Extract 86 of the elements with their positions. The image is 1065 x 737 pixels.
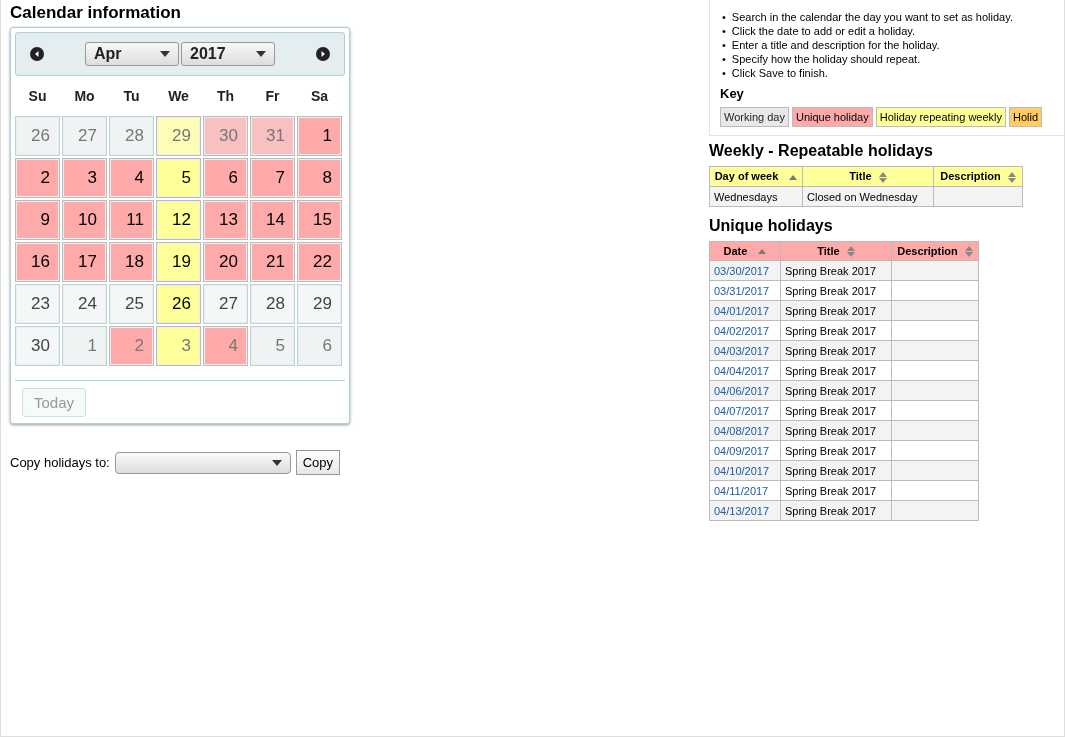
- calendar-day[interactable]: 5: [250, 326, 295, 366]
- calendar-day[interactable]: 28: [109, 116, 154, 156]
- column-header[interactable]: Title: [802, 166, 934, 187]
- calendar-day[interactable]: 15: [297, 200, 342, 240]
- column-header[interactable]: Description: [933, 166, 1023, 187]
- calendar-day[interactable]: 30: [15, 326, 60, 366]
- library-select[interactable]: [114, 451, 291, 474]
- weekday-label: Mo: [73, 87, 96, 106]
- calendar-day[interactable]: 26: [156, 284, 201, 324]
- page-title: Calendar information: [10, 3, 182, 23]
- column-header[interactable]: Date: [709, 241, 781, 261]
- calendar-day[interactable]: 16: [15, 242, 60, 282]
- calendar-day[interactable]: 23: [15, 284, 60, 324]
- bullet-icon: •: [722, 38, 726, 52]
- calendar-day[interactable]: 27: [62, 116, 107, 156]
- bullet-icon: •: [722, 10, 726, 24]
- calendar-day[interactable]: 11: [109, 200, 154, 240]
- calendar-day[interactable]: 20: [203, 242, 248, 282]
- calendar-day[interactable]: 7: [250, 158, 295, 198]
- bullet-icon: •: [722, 52, 726, 66]
- table-cell: Spring Break 2017: [780, 400, 892, 421]
- table-cell: Spring Break 2017: [780, 280, 892, 301]
- calendar-day[interactable]: 3: [156, 326, 201, 366]
- calendar-day[interactable]: 28: [250, 284, 295, 324]
- calendar-day[interactable]: 27: [203, 284, 248, 324]
- calendar-day[interactable]: 1: [297, 116, 342, 156]
- previous-month-icon[interactable]: [30, 47, 44, 61]
- calendar-day[interactable]: 21: [250, 242, 295, 282]
- calendar-day[interactable]: 6: [297, 326, 342, 366]
- key-label: Working day: [720, 107, 789, 127]
- calendar-day[interactable]: 2: [15, 158, 60, 198]
- column-header[interactable]: Title: [780, 241, 892, 261]
- hint-text: Click Save to finish.: [731, 66, 828, 80]
- weekday-label: Sa: [309, 87, 330, 106]
- calendar-day[interactable]: 29: [156, 116, 201, 156]
- hint-text: Enter a title and description for the holiday.: [731, 38, 940, 52]
- calendar-day[interactable]: 25: [109, 284, 154, 324]
- hint-text: Click the date to add or edit a holiday.: [731, 24, 916, 38]
- calendar-day[interactable]: 1: [62, 326, 107, 366]
- table-cell: Spring Break 2017: [780, 360, 892, 381]
- key-label: Unique holiday: [791, 107, 873, 127]
- weekday-label: Th: [215, 87, 236, 106]
- hint-text: Specify how the holiday should repeat.: [731, 52, 921, 66]
- caret-icon: [271, 459, 282, 466]
- key-label: Holid: [1009, 107, 1043, 127]
- table-cell: Spring Break 2017: [780, 320, 892, 341]
- calendar-day[interactable]: 4: [109, 158, 154, 198]
- column-header[interactable]: Description: [891, 241, 979, 261]
- calendar-day[interactable]: 18: [109, 242, 154, 282]
- calendar-day[interactable]: 12: [156, 200, 201, 240]
- section-title: Unique holidays: [709, 216, 834, 235]
- key-title: Key: [720, 86, 745, 101]
- calendar-day[interactable]: 5: [156, 158, 201, 198]
- calendar-day[interactable]: 29: [297, 284, 342, 324]
- caret-icon: [160, 51, 170, 57]
- calendar-day[interactable]: 19: [156, 242, 201, 282]
- calendar-day[interactable]: 17: [62, 242, 107, 282]
- bullet-icon: •: [722, 24, 726, 38]
- year-select[interactable]: 2017: [181, 42, 275, 66]
- table-cell: Spring Break 2017: [780, 440, 892, 461]
- month-select[interactable]: Apr: [85, 42, 179, 66]
- table-cell: Spring Break 2017: [780, 480, 892, 501]
- caret-icon: [256, 51, 266, 57]
- weekday-label: Fr: [264, 87, 281, 106]
- calendar-day[interactable]: 14: [250, 200, 295, 240]
- weekday-label: Su: [27, 87, 48, 106]
- calendar-day[interactable]: 26: [15, 116, 60, 156]
- calendar-day[interactable]: 13: [203, 200, 248, 240]
- calendar-day[interactable]: 9: [15, 200, 60, 240]
- next-month-icon[interactable]: [316, 47, 330, 61]
- table-cell: Wednesdays: [709, 186, 803, 207]
- weekday-label: We: [167, 87, 190, 106]
- section-title: Weekly - Repeatable holidays: [709, 142, 934, 160]
- copy-button[interactable]: Copy: [295, 450, 341, 475]
- bullet-icon: •: [722, 66, 726, 80]
- calendar-day[interactable]: 24: [62, 284, 107, 324]
- calendar-day[interactable]: 6: [203, 158, 248, 198]
- calendar-day[interactable]: 10: [62, 200, 107, 240]
- calendar-day[interactable]: 22: [297, 242, 342, 282]
- key-label: Holiday repeating weekly: [875, 107, 1006, 127]
- copy-label: Copy holidays to:: [10, 455, 110, 470]
- calendar-day[interactable]: 3: [62, 158, 107, 198]
- hint-text: Search in the calendar the day you want to set as holiday.: [731, 10, 1013, 24]
- column-header[interactable]: Day of week: [709, 166, 803, 187]
- weekday-label: Tu: [122, 87, 141, 106]
- calendar-day[interactable]: 8: [297, 158, 342, 198]
